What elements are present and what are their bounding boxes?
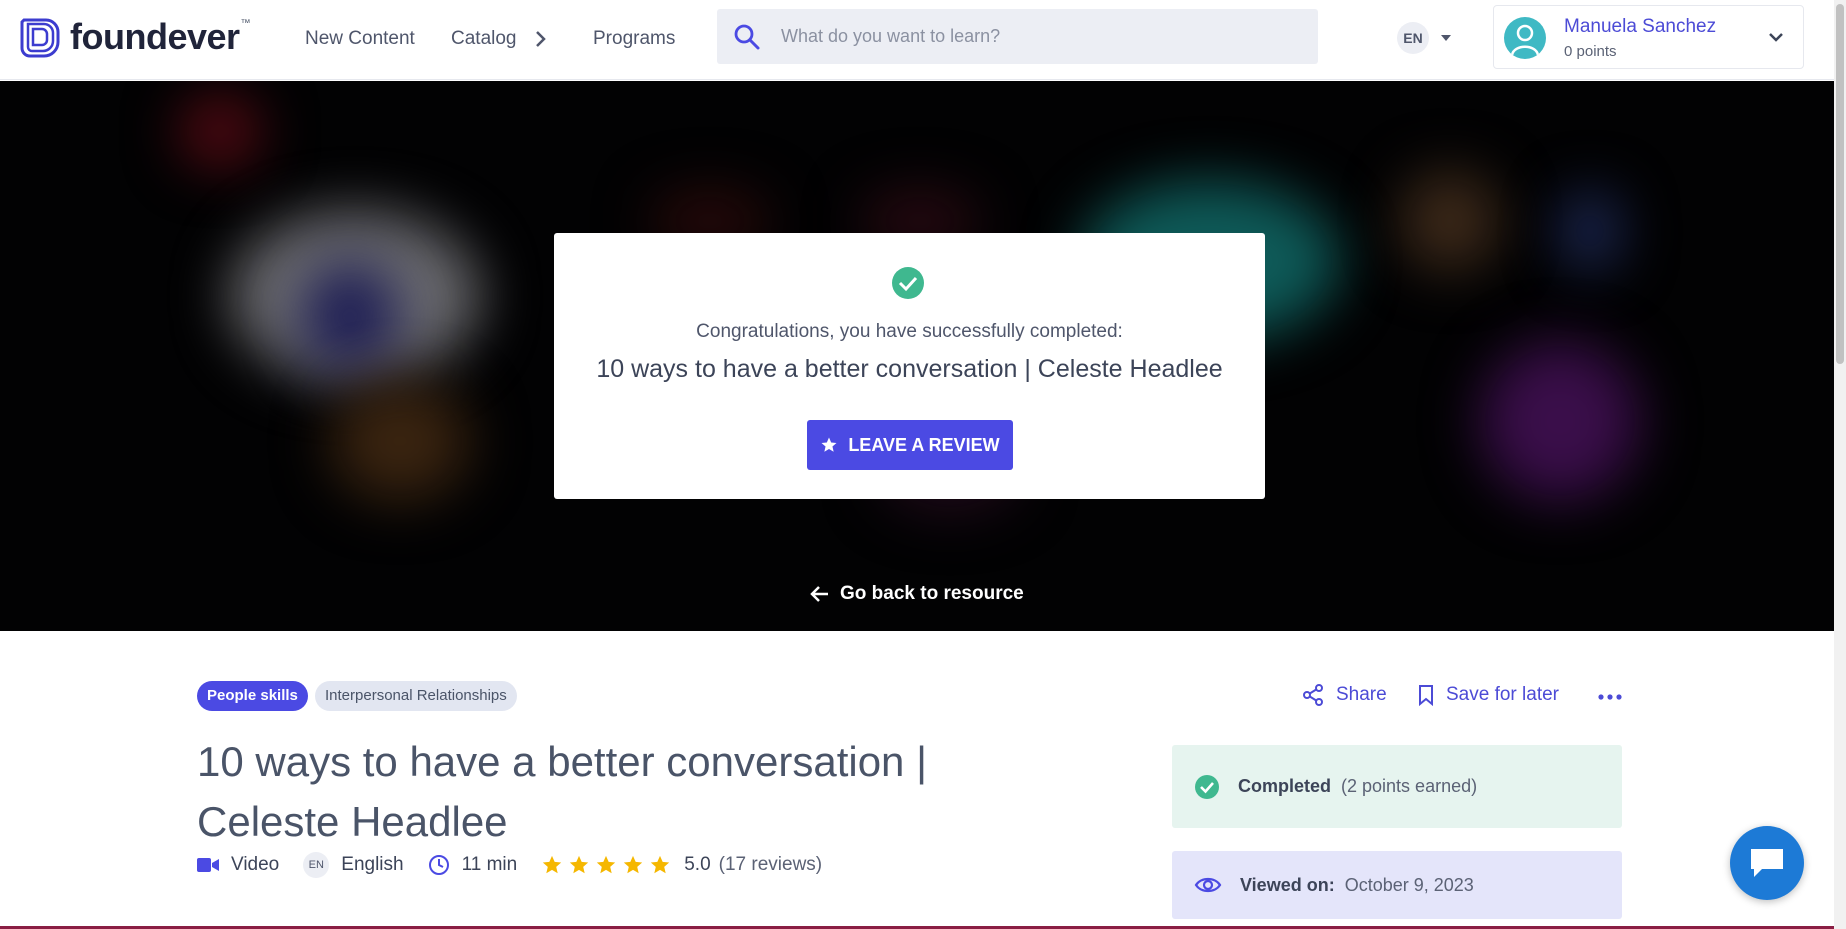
viewed-label: Viewed on: bbox=[1240, 874, 1335, 895]
meta-type-label: Video bbox=[231, 854, 280, 875]
user-menu[interactable]: Manuela Sanchez 0 points bbox=[1493, 5, 1804, 69]
chat-button[interactable] bbox=[1730, 826, 1804, 900]
leave-review-label: LEAVE A REVIEW bbox=[848, 434, 1000, 455]
foundever-logo[interactable]: foundever ™ bbox=[16, 14, 251, 60]
arrow-left-icon bbox=[810, 586, 828, 602]
chevron-down-icon bbox=[1769, 33, 1783, 42]
logo-text: foundever bbox=[70, 16, 240, 57]
share-button[interactable]: Share bbox=[1302, 684, 1387, 706]
star-icon bbox=[624, 855, 643, 874]
rating-stars bbox=[541, 854, 676, 876]
star-icon bbox=[821, 437, 837, 452]
background-blur bbox=[1400, 171, 1500, 271]
points-earned: (2 points earned) bbox=[1341, 776, 1478, 796]
star-icon bbox=[543, 855, 562, 874]
top-header: foundever ™ New Content Catalog Programs … bbox=[0, 0, 1834, 80]
save-for-later-label: Save for later bbox=[1446, 684, 1559, 705]
language-chip: EN bbox=[303, 852, 330, 878]
star-icon bbox=[651, 855, 670, 874]
eye-icon bbox=[1194, 877, 1222, 893]
background-blur bbox=[1480, 341, 1640, 501]
user-name: Manuela Sanchez bbox=[1564, 16, 1717, 37]
video-hero: Congratulations, you have successfully c… bbox=[0, 81, 1834, 631]
nav-catalog[interactable]: Catalog bbox=[451, 24, 547, 54]
background-blur bbox=[1560, 191, 1620, 271]
avatar-icon bbox=[1504, 17, 1546, 59]
chevron-right-icon bbox=[535, 31, 546, 47]
check-circle-icon bbox=[892, 267, 924, 299]
star-icon bbox=[570, 855, 589, 874]
more-icon[interactable] bbox=[1598, 693, 1622, 701]
viewed-date: October 9, 2023 bbox=[1344, 874, 1474, 895]
go-back-label: Go back to resource bbox=[840, 583, 1024, 604]
search-icon[interactable] bbox=[733, 23, 761, 51]
video-icon bbox=[197, 858, 219, 872]
language-selector[interactable]: EN bbox=[1397, 22, 1451, 54]
nav-new-content[interactable]: New Content bbox=[305, 24, 415, 54]
meta-language: EN English bbox=[303, 852, 404, 878]
bookmark-icon bbox=[1419, 685, 1433, 706]
clock-icon bbox=[428, 855, 449, 875]
caret-down-icon bbox=[1441, 35, 1451, 41]
tag-interpersonal-relationships[interactable]: Interpersonal Relationships bbox=[315, 681, 517, 711]
resource-title: 10 ways to have a better conversation | … bbox=[197, 738, 927, 845]
nav-catalog-label: Catalog bbox=[451, 28, 517, 49]
search-input[interactable] bbox=[781, 26, 1281, 47]
meta-duration-label: 11 min bbox=[461, 854, 518, 875]
page-scrollbar[interactable] bbox=[1834, 0, 1846, 929]
leave-review-button[interactable]: LEAVE A REVIEW bbox=[807, 420, 1013, 470]
meta-duration: 11 min bbox=[428, 854, 518, 876]
go-back-link[interactable]: Go back to resource bbox=[810, 583, 1024, 605]
background-blur bbox=[330, 381, 470, 501]
viewed-status-card: Viewed on: October 9, 2023 bbox=[1172, 851, 1622, 919]
scrollbar-thumb[interactable] bbox=[1836, 4, 1844, 364]
logo-icon bbox=[20, 18, 60, 58]
star-icon bbox=[597, 855, 616, 874]
review-count[interactable]: (17 reviews) bbox=[719, 854, 822, 876]
meta-type: Video bbox=[197, 854, 279, 876]
language-badge: EN bbox=[1397, 22, 1429, 54]
completed-course-title: 10 ways to have a better conversation | … bbox=[596, 355, 1223, 383]
share-label: Share bbox=[1336, 684, 1387, 705]
background-blur bbox=[180, 96, 260, 166]
tag-people-skills[interactable]: People skills bbox=[197, 681, 308, 711]
meta-language-label: English bbox=[341, 854, 404, 875]
background-blur bbox=[300, 261, 400, 371]
congrats-text: Congratulations, you have successfully c… bbox=[696, 321, 1123, 342]
user-points: 0 points bbox=[1564, 43, 1617, 60]
search-bar bbox=[717, 9, 1318, 64]
chat-icon bbox=[1751, 849, 1783, 877]
completed-status-card: Completed (2 points earned) bbox=[1172, 745, 1622, 828]
save-for-later-button[interactable]: Save for later bbox=[1418, 684, 1559, 706]
rating-value: 5.0 bbox=[684, 854, 711, 875]
logo-trademark: ™ bbox=[240, 17, 251, 29]
completed-label: Completed bbox=[1238, 776, 1332, 796]
page: foundever ™ New Content Catalog Programs … bbox=[0, 0, 1846, 929]
completion-dialog: Congratulations, you have successfully c… bbox=[554, 233, 1265, 499]
check-circle-icon bbox=[1195, 774, 1219, 799]
nav-programs[interactable]: Programs bbox=[593, 24, 675, 54]
resource-meta: Video EN English 11 min 5.0 (17 reviews) bbox=[197, 852, 822, 878]
share-icon bbox=[1303, 684, 1323, 706]
